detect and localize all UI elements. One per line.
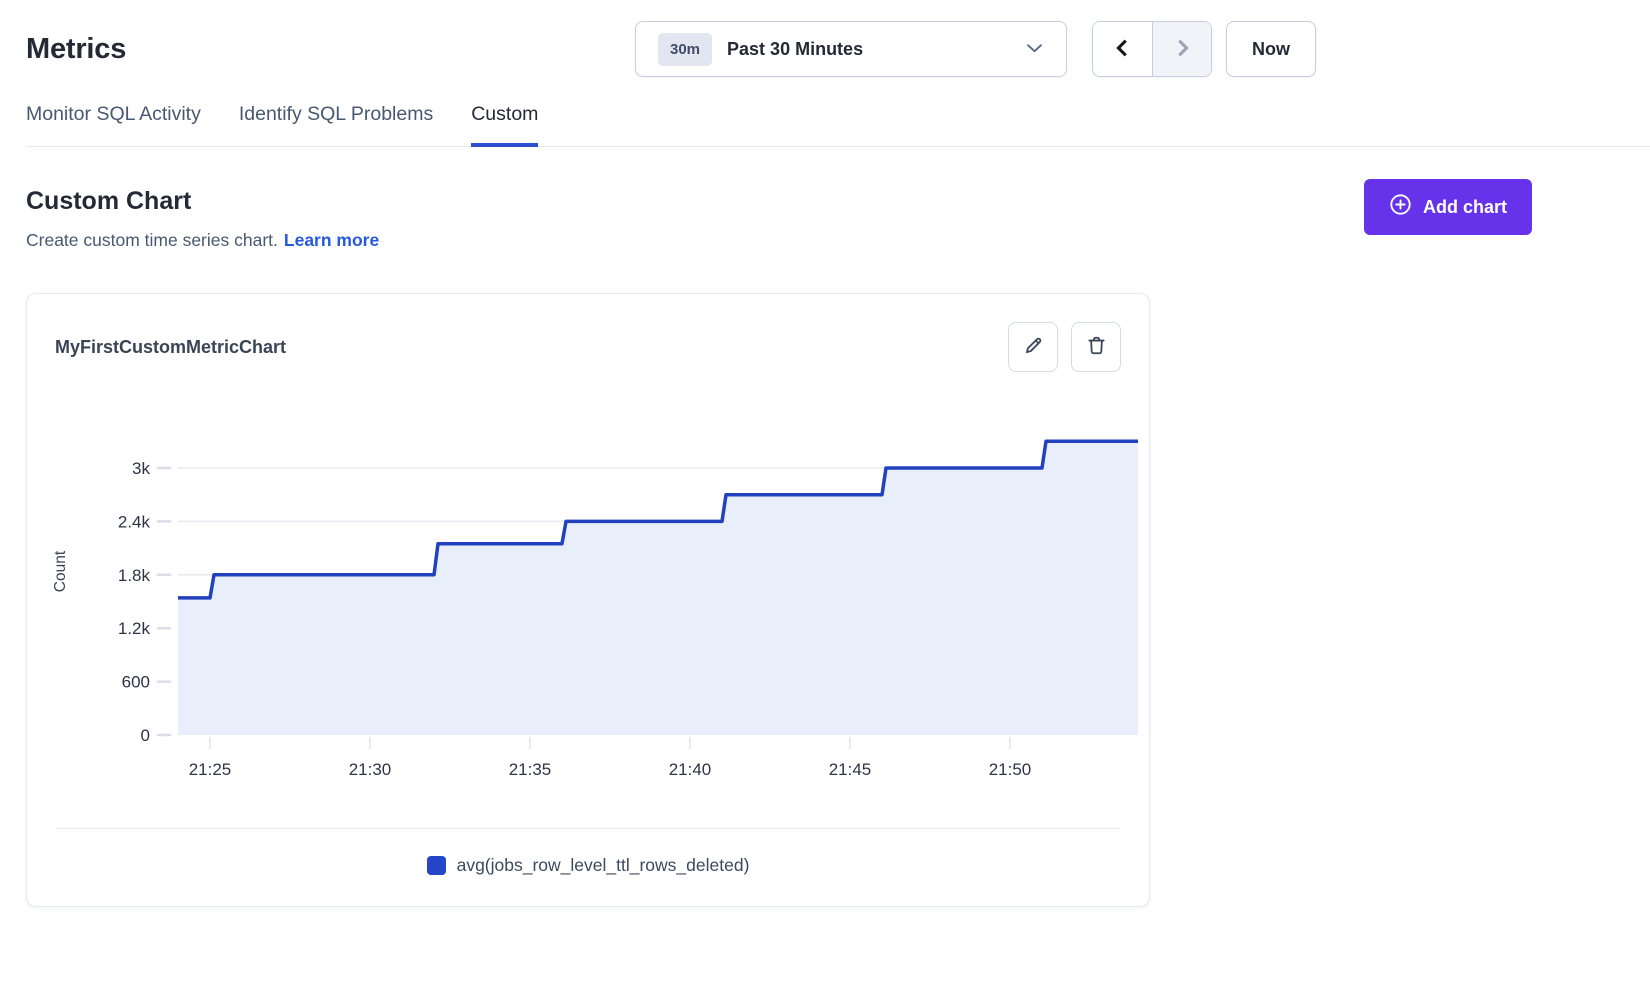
trash-icon (1086, 335, 1107, 359)
svg-text:21:30: 21:30 (349, 760, 392, 779)
svg-text:1.2k: 1.2k (118, 619, 151, 638)
tab-monitor-sql-activity[interactable]: Monitor SQL Activity (26, 103, 201, 147)
metrics-page: Metrics 30m Past 30 Minutes (0, 21, 1650, 907)
pencil-icon (1023, 335, 1044, 359)
chart-title: MyFirstCustomMetricChart (55, 337, 286, 358)
svg-text:21:35: 21:35 (509, 760, 552, 779)
add-chart-button[interactable]: Add chart (1364, 179, 1532, 235)
time-range-badge: 30m (658, 33, 712, 66)
svg-text:600: 600 (122, 673, 150, 692)
tab-custom[interactable]: Custom (471, 103, 538, 147)
svg-text:Count: Count (52, 550, 69, 592)
time-step-button-group (1092, 21, 1212, 77)
chart-plot-area: 0 600 1.2k 1.8k 2.4k 3k 21:25 21:30 21:35 21:40 21… (39, 402, 1149, 782)
time-range-dropdown[interactable]: 30m Past 30 Minutes (635, 21, 1067, 77)
delete-chart-button[interactable] (1071, 322, 1121, 372)
section-description-text: Create custom time series chart. (26, 230, 278, 250)
section-heading: Custom Chart (26, 187, 379, 216)
tab-bar: Monitor SQL Activity Identify SQL Proble… (26, 103, 1650, 147)
edit-chart-button[interactable] (1008, 322, 1058, 372)
custom-metric-chart-card: MyFirstCustomMetricChart 0 600 1.2k 1.8k 2.4… (26, 293, 1150, 907)
time-controls: 30m Past 30 Minutes Now (635, 21, 1316, 77)
svg-text:21:25: 21:25 (189, 760, 232, 779)
chart-legend: avg(jobs_row_level_ttl_rows_deleted) (27, 829, 1149, 906)
previous-time-button[interactable] (1093, 22, 1152, 76)
chevron-left-icon (1112, 37, 1134, 62)
legend-swatch (427, 856, 446, 875)
next-time-button[interactable] (1152, 22, 1211, 76)
learn-more-link[interactable]: Learn more (284, 230, 379, 250)
chevron-right-icon (1171, 37, 1193, 62)
svg-text:1.8k: 1.8k (118, 566, 151, 585)
svg-text:0: 0 (141, 726, 150, 745)
section-heading-block: Custom Chart Create custom time series c… (26, 187, 379, 251)
chart-action-buttons (1008, 322, 1121, 372)
svg-text:21:40: 21:40 (669, 760, 712, 779)
plus-circle-icon (1389, 193, 1412, 221)
custom-chart-section-header: Custom Chart Create custom time series c… (26, 187, 1650, 251)
add-chart-label: Add chart (1423, 197, 1507, 218)
time-series-chart: 0 600 1.2k 1.8k 2.4k 3k 21:25 21:30 21:35 21:40 21… (27, 372, 1149, 782)
tab-identify-sql-problems[interactable]: Identify SQL Problems (239, 103, 433, 147)
chart-card-header: MyFirstCustomMetricChart (27, 294, 1149, 372)
legend-label: avg(jobs_row_level_ttl_rows_deleted) (457, 855, 750, 876)
section-description: Create custom time series chart. Learn mo… (26, 230, 379, 251)
svg-text:3k: 3k (132, 459, 150, 478)
now-button[interactable]: Now (1226, 21, 1316, 77)
page-title: Metrics (26, 33, 635, 66)
time-range-label: Past 30 Minutes (727, 39, 1012, 60)
svg-text:2.4k: 2.4k (118, 512, 151, 531)
top-bar: Metrics 30m Past 30 Minutes (26, 21, 1650, 77)
svg-text:21:50: 21:50 (989, 760, 1032, 779)
svg-text:21:45: 21:45 (829, 760, 872, 779)
chevron-down-icon (1027, 40, 1042, 58)
